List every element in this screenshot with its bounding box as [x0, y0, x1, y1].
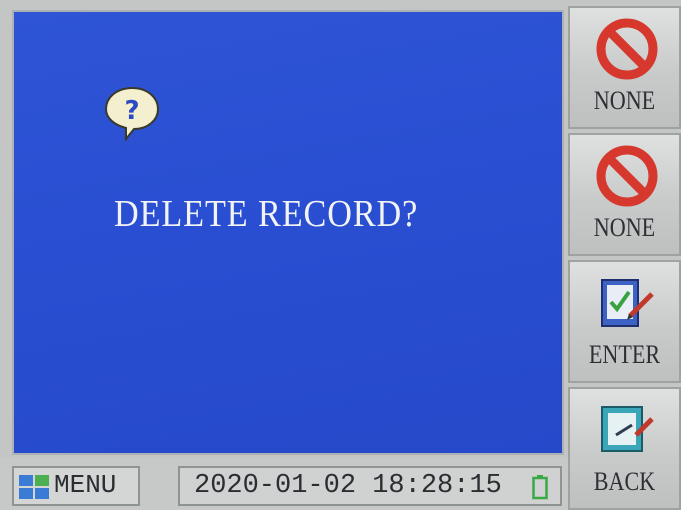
softkey-enter[interactable]: ENTER [568, 260, 681, 383]
svg-text:?: ? [124, 96, 139, 126]
battery-icon [532, 475, 548, 500]
prohibited-icon [596, 145, 658, 207]
softkey-enter-label: ENTER [588, 340, 661, 369]
delete-record-prompt: DELETE RECORD? [114, 193, 419, 235]
softkey-none-1[interactable]: NONE [568, 6, 681, 129]
prohibited-icon [596, 18, 658, 80]
softkey-back-label: BACK [593, 467, 656, 496]
softkey-none-2[interactable]: NONE [568, 133, 681, 256]
back-icon [601, 406, 654, 452]
menu-label: MENU [54, 470, 117, 500]
question-bubble-icon: ? [104, 86, 160, 142]
softkey-back[interactable]: BACK [568, 387, 681, 510]
softkey-panel: NONE NONE ENTER BACK [568, 6, 681, 510]
softkey-none-1-label: NONE [593, 86, 656, 115]
datetime-display: 2020-01-02 18:28:15 [178, 466, 562, 506]
status-bar: MENU 2020-01-02 18:28:15 [0, 458, 568, 510]
menu-windows-icon [19, 475, 49, 499]
softkey-none-2-label: NONE [593, 213, 656, 242]
menu-button[interactable]: MENU [12, 466, 140, 506]
device-screen: ? DELETE RECORD? NONE NONE ENTER BACK ME… [0, 0, 681, 510]
confirm-dialog: ? DELETE RECORD? [12, 10, 564, 455]
datetime-text: 2020-01-02 18:28:15 [194, 471, 502, 501]
enter-check-icon [601, 279, 654, 327]
